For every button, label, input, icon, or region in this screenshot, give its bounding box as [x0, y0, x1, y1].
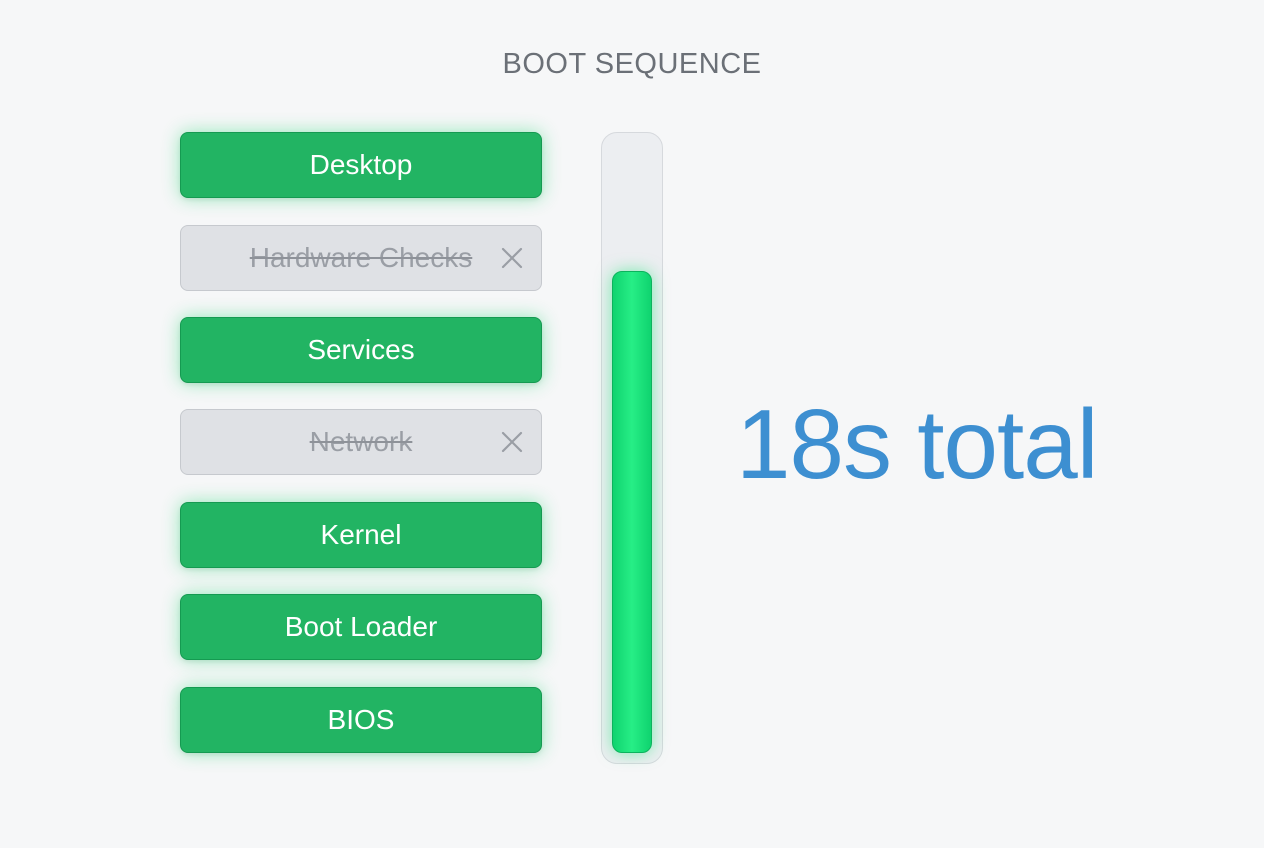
- stage-label: Network: [309, 426, 413, 457]
- stage-label: Kernel: [320, 519, 402, 550]
- stage-boot-loader[interactable]: Boot Loader: [180, 594, 542, 660]
- boot-progress-track: [601, 132, 663, 764]
- stage-network[interactable]: Network: [180, 409, 542, 475]
- stage-label: Services: [307, 334, 415, 365]
- stage-label: Desktop: [309, 149, 413, 180]
- stage-desktop[interactable]: Desktop: [180, 132, 542, 198]
- stage-bios[interactable]: BIOS: [180, 687, 542, 753]
- stage-label: BIOS: [327, 704, 395, 735]
- page-title: BOOT SEQUENCE: [502, 48, 762, 80]
- close-icon[interactable]: [501, 247, 523, 269]
- stage-kernel[interactable]: Kernel: [180, 502, 542, 568]
- stage-label: Hardware Checks: [249, 242, 473, 273]
- total-time: 18s total: [736, 389, 1098, 499]
- close-icon[interactable]: [501, 431, 523, 453]
- boot-progress-fill: [612, 271, 652, 753]
- stage-services[interactable]: Services: [180, 317, 542, 383]
- stage-label: Boot Loader: [284, 611, 438, 642]
- stage-hardware-checks[interactable]: Hardware Checks: [180, 225, 542, 291]
